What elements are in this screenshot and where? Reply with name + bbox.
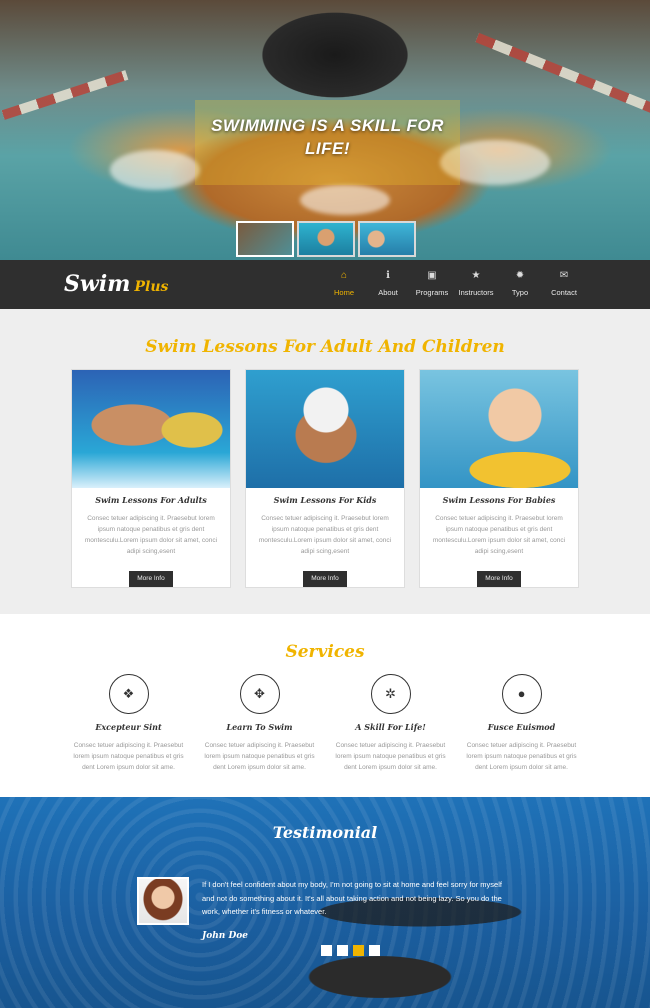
nav-item-programs[interactable]: ▣ Programs: [410, 269, 454, 297]
services-list: ❖ Excepteur Sint Consec tetuer adipiscin…: [68, 674, 582, 773]
more-info-button[interactable]: More Info: [477, 571, 521, 587]
lesson-card: Swim Lessons For Adults Consec tetuer ad…: [71, 369, 231, 588]
lesson-card-text: Consec tetuer adipiscing it. Praesebut l…: [258, 515, 392, 555]
lessons-title: Swim Lessons For Adult And Children: [145, 337, 505, 357]
services-title: Services: [285, 642, 365, 662]
slider-thumbnail[interactable]: [297, 221, 355, 257]
service-text: Consec tetuer adipiscing it. Praesebut l…: [466, 742, 577, 771]
nav-item-contact[interactable]: ✉ Contact: [542, 269, 586, 297]
slider-thumbnail[interactable]: [358, 221, 416, 257]
site-logo[interactable]: Swim Plus: [64, 271, 168, 297]
nav-item-instructors[interactable]: ★ Instructors: [454, 269, 498, 297]
nav-item-label: Home: [333, 288, 354, 297]
more-info-button[interactable]: More Info: [129, 571, 173, 587]
nav-item-label: Contact: [551, 288, 577, 297]
lessons-section: Swim Lessons For Adult And Children Swim…: [0, 309, 650, 614]
service-title: Excepteur Sint: [95, 722, 162, 732]
nav-item-label: Instructors: [458, 288, 494, 297]
lesson-image-babies: [420, 370, 578, 488]
gift-icon: ❖: [108, 674, 149, 714]
testimonial-pagination: [321, 945, 380, 956]
lesson-image-adults: [72, 370, 230, 488]
logo-plus-text: Plus: [134, 279, 169, 295]
main-navbar: Swim Plus ⌂ Home ℹ About ▣ Programs ★ Ins…: [0, 260, 650, 309]
lane-rope-left: [1, 70, 129, 120]
service-title: Fusce Euismod: [487, 722, 556, 732]
logo-text: Swim: [64, 271, 131, 297]
more-info-button[interactable]: More Info: [303, 571, 347, 587]
nav-item-typo[interactable]: ✹ Typo: [498, 269, 542, 297]
water-splash: [300, 185, 390, 215]
testimonial-quote: If I don't feel confident about my body,…: [202, 880, 502, 916]
service-item: ✲ A Skill For Life! Consec tetuer adipis…: [330, 674, 451, 773]
service-item: ❖ Excepteur Sint Consec tetuer adipiscin…: [68, 674, 189, 773]
lesson-image-kids: [246, 370, 404, 488]
testimonial-title: Testimonial: [272, 823, 378, 842]
hero-slider: SWIMMING IS A SKILL FOR LIFE!: [0, 0, 650, 260]
pagination-dot[interactable]: [337, 945, 348, 956]
lesson-card-text: Consec tetuer adipiscing it. Praesebut l…: [432, 515, 566, 555]
hero-title: SWIMMING IS A SKILL FOR LIFE!: [211, 116, 444, 158]
star-icon: ★: [471, 270, 481, 281]
lesson-card-title: Swim Lessons For Adults: [95, 495, 207, 505]
services-section: Services ❖ Excepteur Sint Consec tetuer …: [0, 614, 650, 797]
nav-item-home[interactable]: ⌂ Home: [322, 269, 366, 297]
lesson-card-text: Consec tetuer adipiscing it. Praesebut l…: [84, 515, 218, 555]
service-text: Consec tetuer adipiscing it. Praesebut l…: [73, 742, 184, 771]
pagination-dot-active[interactable]: [353, 945, 364, 956]
pagination-dot[interactable]: [321, 945, 332, 956]
lesson-card-title: Swim Lessons For Babies: [442, 495, 556, 505]
image-icon: ▣: [427, 270, 437, 281]
nav-item-label: Typo: [511, 288, 529, 297]
nav-item-label: Programs: [415, 288, 449, 297]
user-icon: ●: [501, 674, 542, 714]
service-title: A Skill For Life!: [355, 722, 426, 732]
service-text: Consec tetuer adipiscing it. Praesebut l…: [335, 742, 446, 771]
move-icon: ✥: [239, 674, 280, 714]
service-item: ✥ Learn To Swim Consec tetuer adipiscing…: [199, 674, 320, 773]
mail-icon: ✉: [559, 270, 569, 281]
lesson-card-title: Swim Lessons For Kids: [273, 495, 377, 505]
service-text: Consec tetuer adipiscing it. Praesebut l…: [204, 742, 315, 771]
lesson-card: Swim Lessons For Kids Consec tetuer adip…: [245, 369, 405, 588]
slider-thumbnails: [236, 221, 416, 257]
lesson-cards: Swim Lessons For Adults Consec tetuer ad…: [71, 369, 579, 588]
nav-item-about[interactable]: ℹ About: [366, 269, 410, 297]
lane-rope-right: [475, 32, 650, 118]
service-item: ● Fusce Euismod Consec tetuer adipiscing…: [461, 674, 582, 773]
lesson-card: Swim Lessons For Babies Consec tetuer ad…: [419, 369, 579, 588]
testimonial-section: Testimonial If I don't feel confident ab…: [0, 797, 650, 1008]
water-splash: [110, 150, 200, 190]
nav-menu: ⌂ Home ℹ About ▣ Programs ★ Instructors …: [322, 269, 586, 297]
nav-item-label: About: [378, 288, 398, 297]
gear-icon: ✹: [515, 270, 525, 281]
info-icon: ℹ: [386, 270, 390, 281]
cog-icon: ✲: [370, 674, 411, 714]
home-icon: ⌂: [340, 270, 348, 281]
service-title: Learn To Swim: [226, 722, 293, 732]
pagination-dot[interactable]: [369, 945, 380, 956]
slider-thumbnail[interactable]: [236, 221, 294, 257]
avatar: [137, 877, 189, 925]
testimonial-author: John Doe: [202, 931, 249, 941]
